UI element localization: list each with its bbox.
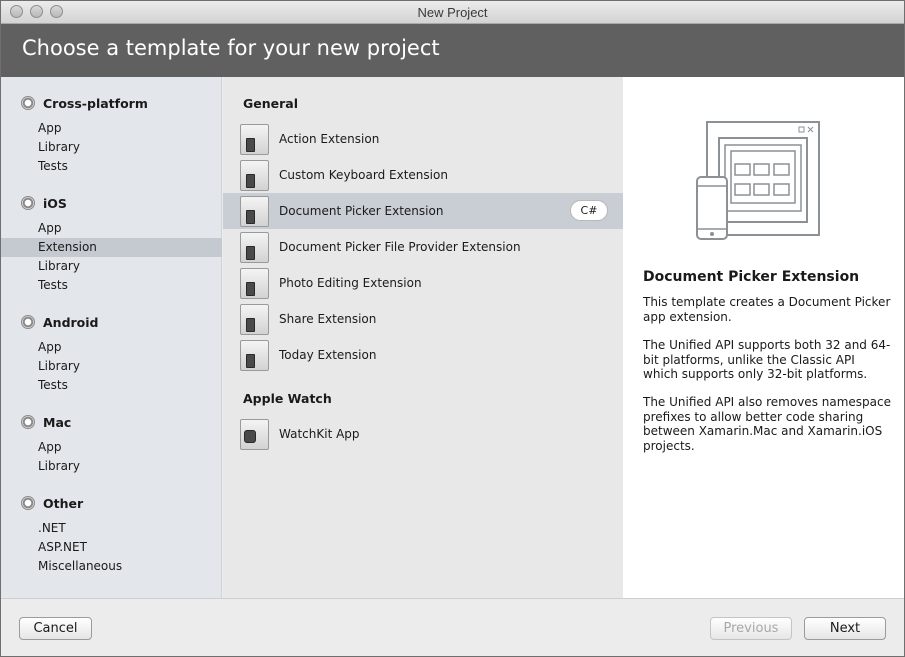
template-label: WatchKit App bbox=[279, 427, 360, 441]
template-row-document-picker-file-provider-extension[interactable]: Document Picker File Provider Extension bbox=[223, 229, 623, 265]
category-header[interactable]: Cross-platform bbox=[1, 93, 222, 113]
sidebar-item-library[interactable]: Library bbox=[1, 138, 222, 157]
section-header-apple-watch: Apple Watch bbox=[243, 391, 332, 406]
language-selector[interactable]: C# bbox=[570, 200, 608, 221]
template-label: Today Extension bbox=[279, 348, 377, 362]
category-bullet-icon bbox=[21, 96, 35, 110]
sidebar-item-app[interactable]: App bbox=[1, 338, 222, 357]
extension-template-icon bbox=[240, 232, 269, 263]
template-row-custom-keyboard-extension[interactable]: Custom Keyboard Extension bbox=[223, 157, 623, 193]
sidebar-item-library[interactable]: Library bbox=[1, 257, 222, 276]
description-paragraph: This template creates a Document Picker … bbox=[643, 295, 891, 324]
template-row-today-extension[interactable]: Today Extension bbox=[223, 337, 623, 373]
sidebar-item-tests[interactable]: Tests bbox=[1, 276, 222, 295]
template-description-pane: Document Picker Extension This template … bbox=[623, 77, 904, 598]
category-header[interactable]: Mac bbox=[1, 412, 222, 432]
template-list: General Action Extension Custom Keyboard… bbox=[223, 77, 623, 598]
watch-template-icon bbox=[240, 419, 269, 450]
sidebar-item-library[interactable]: Library bbox=[1, 457, 222, 476]
category-header[interactable]: Other bbox=[1, 493, 222, 513]
category-bullet-icon bbox=[21, 496, 35, 510]
template-label: Document Picker Extension bbox=[279, 204, 444, 218]
description-paragraph: The Unified API also removes namespace p… bbox=[643, 395, 891, 453]
category-group-ios: iOS App Extension Library Tests bbox=[1, 193, 222, 295]
template-title: Document Picker Extension bbox=[643, 269, 860, 285]
next-button[interactable]: Next bbox=[804, 617, 886, 640]
category-label: Cross-platform bbox=[43, 95, 148, 111]
template-label: Action Extension bbox=[279, 132, 380, 146]
category-bullet-icon bbox=[21, 196, 35, 210]
title-bar: New Project bbox=[1, 1, 904, 24]
sidebar-item-dotnet[interactable]: .NET bbox=[1, 519, 222, 538]
category-bullet-icon bbox=[21, 415, 35, 429]
sidebar-item-app[interactable]: App bbox=[1, 119, 222, 138]
sidebar-item-app[interactable]: App bbox=[1, 438, 222, 457]
sidebar-item-tests[interactable]: Tests bbox=[1, 376, 222, 395]
category-label: Mac bbox=[43, 414, 72, 430]
category-group-android: Android App Library Tests bbox=[1, 312, 222, 395]
template-row-photo-editing-extension[interactable]: Photo Editing Extension bbox=[223, 265, 623, 301]
window-title: New Project bbox=[417, 5, 488, 20]
category-label: Android bbox=[43, 314, 99, 330]
extension-template-icon bbox=[240, 160, 269, 191]
description-paragraph: The Unified API supports both 32 and 64-… bbox=[643, 338, 891, 381]
category-bullet-icon bbox=[21, 315, 35, 329]
template-row-action-extension[interactable]: Action Extension bbox=[223, 121, 623, 157]
category-label: iOS bbox=[43, 195, 67, 211]
sidebar-item-library[interactable]: Library bbox=[1, 357, 222, 376]
section-header-general: General bbox=[243, 96, 298, 111]
sidebar-item-extension[interactable]: Extension bbox=[1, 238, 222, 257]
new-project-window: New Project Choose a template for your n… bbox=[0, 0, 905, 657]
category-header[interactable]: iOS bbox=[1, 193, 222, 213]
category-label: Other bbox=[43, 495, 84, 511]
extension-template-icon bbox=[240, 304, 269, 335]
template-label: Photo Editing Extension bbox=[279, 276, 422, 290]
dialog-footer: Cancel Previous Next bbox=[1, 598, 904, 656]
header-banner: Choose a template for your new project bbox=[1, 24, 904, 77]
page-title: Choose a template for your new project bbox=[22, 36, 440, 60]
template-label: Document Picker File Provider Extension bbox=[279, 240, 521, 254]
previous-button[interactable]: Previous bbox=[710, 617, 792, 640]
template-row-watchkit-app[interactable]: WatchKit App bbox=[223, 416, 623, 452]
category-sidebar: Cross-platform App Library Tests iOS App… bbox=[1, 77, 222, 598]
sidebar-item-aspnet[interactable]: ASP.NET bbox=[1, 538, 222, 557]
template-label: Custom Keyboard Extension bbox=[279, 168, 448, 182]
template-label: Share Extension bbox=[279, 312, 377, 326]
sidebar-item-tests[interactable]: Tests bbox=[1, 157, 222, 176]
template-row-share-extension[interactable]: Share Extension bbox=[223, 301, 623, 337]
category-group-other: Other .NET ASP.NET Miscellaneous bbox=[1, 493, 222, 576]
template-row-document-picker-extension[interactable]: Document Picker Extension C# bbox=[223, 193, 623, 229]
extension-template-icon bbox=[240, 124, 269, 155]
category-header[interactable]: Android bbox=[1, 312, 222, 332]
sidebar-item-app[interactable]: App bbox=[1, 219, 222, 238]
category-group-mac: Mac App Library bbox=[1, 412, 222, 476]
extension-template-icon bbox=[240, 268, 269, 299]
sidebar-item-miscellaneous[interactable]: Miscellaneous bbox=[1, 557, 222, 576]
extension-template-icon bbox=[240, 340, 269, 371]
document-picker-illustration-icon bbox=[696, 121, 820, 240]
extension-template-icon bbox=[240, 196, 269, 227]
cancel-button[interactable]: Cancel bbox=[19, 617, 92, 640]
category-group-cross-platform: Cross-platform App Library Tests bbox=[1, 93, 222, 176]
